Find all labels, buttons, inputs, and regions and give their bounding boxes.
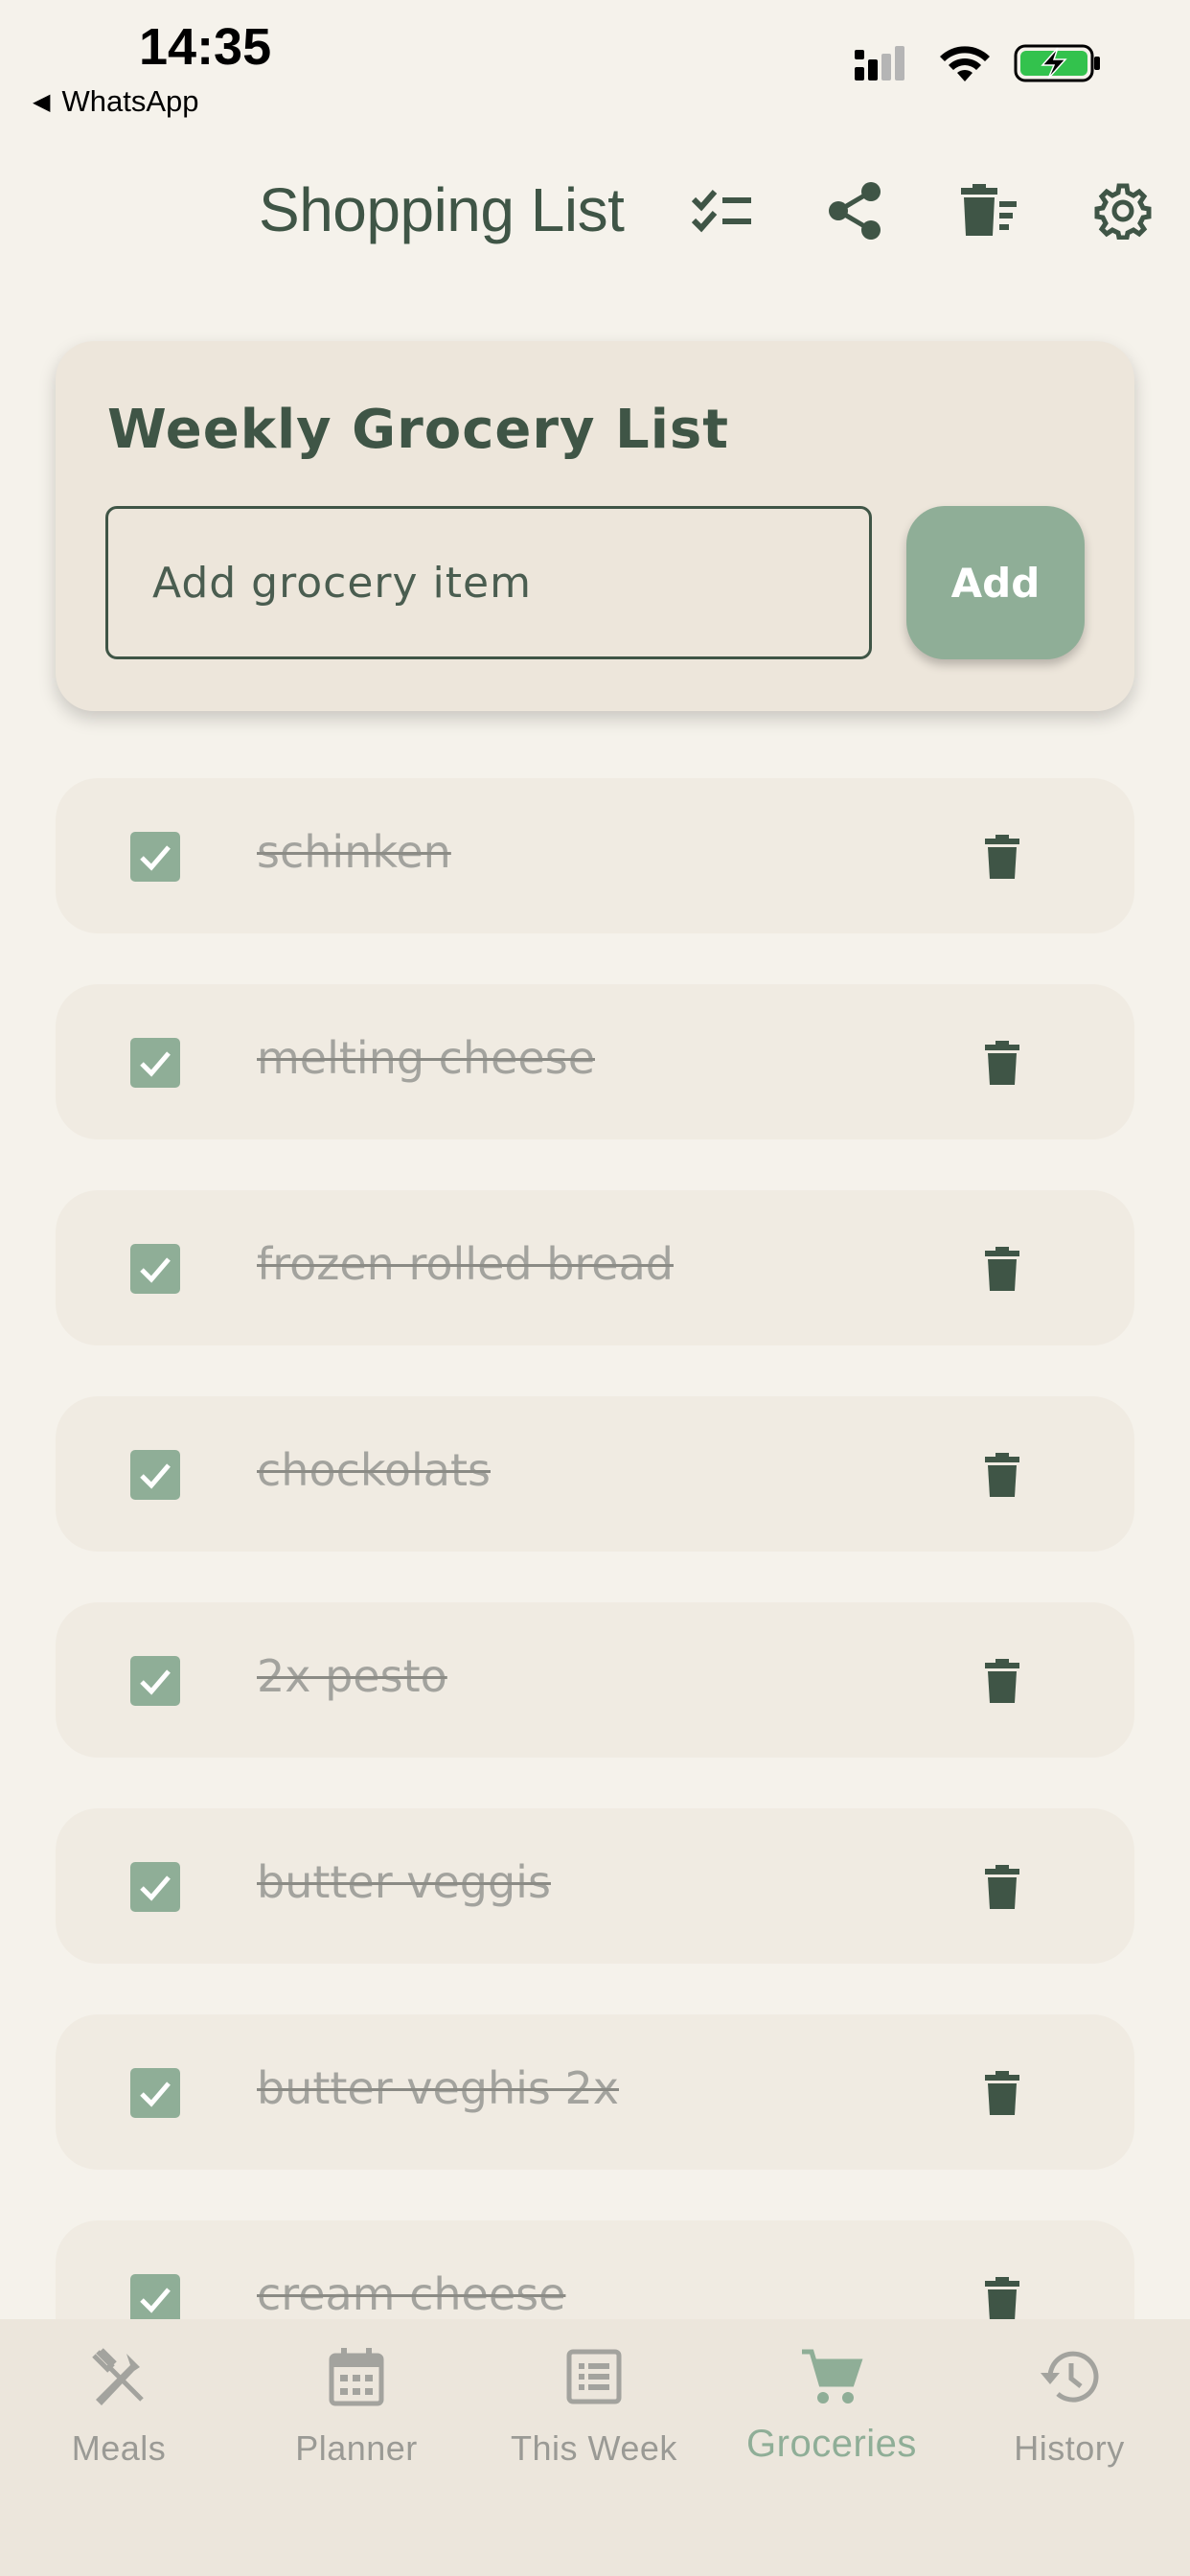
history-icon <box>1041 2351 1099 2403</box>
check-icon <box>140 1257 171 1283</box>
battery-charging-icon <box>1014 44 1100 82</box>
check-icon <box>140 2288 171 2313</box>
list-item: schinken <box>56 778 1134 933</box>
share-icon <box>829 182 881 240</box>
trash-icon <box>985 1041 1019 1085</box>
item-checkbox[interactable] <box>130 1450 180 1500</box>
page-title: Shopping List <box>259 175 625 244</box>
share-button[interactable] <box>819 174 892 247</box>
list-item: 2x pesto <box>56 1602 1134 1758</box>
trash-icon <box>985 1453 1019 1497</box>
clear-list-icon <box>961 184 1017 236</box>
grocery-item-input[interactable] <box>105 506 872 659</box>
delete-button[interactable] <box>972 826 1033 887</box>
back-app-label: WhatsApp <box>61 84 199 118</box>
item-label: melting cheese <box>257 1032 595 1084</box>
item-checkbox[interactable] <box>130 2068 180 2118</box>
item-checkbox[interactable] <box>130 2274 180 2324</box>
settings-button[interactable] <box>1087 174 1159 247</box>
item-checkbox[interactable] <box>130 832 180 882</box>
calendar-icon <box>329 2348 384 2406</box>
delete-button[interactable] <box>972 1238 1033 1300</box>
delete-button[interactable] <box>972 1856 1033 1918</box>
bottom-nav: Meals Planner This Week Groceries Histor… <box>0 2319 1190 2576</box>
list-item: butter veggis <box>56 1808 1134 1964</box>
trash-icon <box>985 2277 1019 2321</box>
item-checkbox[interactable] <box>130 1656 180 1706</box>
list-item: frozen rolled bread <box>56 1190 1134 1346</box>
nav-meals[interactable]: Meals <box>0 2342 238 2486</box>
item-label: cream cheese <box>257 2268 566 2320</box>
item-label: schinken <box>257 826 451 878</box>
check-all-icon <box>692 190 751 233</box>
check-all-button[interactable] <box>686 174 759 247</box>
trash-icon <box>985 1865 1019 1909</box>
fork-knife-icon <box>92 2348 144 2405</box>
app-header: Shopping List <box>0 163 1190 259</box>
delete-button[interactable] <box>972 1032 1033 1093</box>
nav-label: This Week <box>511 2428 677 2468</box>
trash-icon <box>985 2071 1019 2115</box>
nav-history[interactable]: History <box>950 2342 1188 2486</box>
wifi-icon <box>940 46 990 81</box>
add-item-card: Weekly Grocery List Add <box>56 341 1134 711</box>
nav-this-week[interactable]: This Week <box>475 2342 713 2486</box>
list-icon <box>566 2349 622 2404</box>
status-icons <box>855 42 1102 84</box>
nav-groceries[interactable]: Groceries <box>713 2342 950 2486</box>
check-icon <box>140 845 171 871</box>
nav-label: Planner <box>295 2428 418 2468</box>
trash-icon <box>985 1659 1019 1703</box>
status-time: 14:35 <box>139 18 272 76</box>
nav-label: Groceries <box>746 2423 917 2465</box>
check-icon <box>140 1669 171 1695</box>
nav-label: Meals <box>71 2428 167 2468</box>
item-label: chockolats <box>257 1444 491 1496</box>
status-bar: 14:35 ◀ WhatsApp <box>0 0 1190 134</box>
trash-icon <box>985 835 1019 879</box>
item-label: frozen rolled bread <box>257 1238 674 1290</box>
item-label: butter veggis <box>257 1856 551 1908</box>
add-button[interactable]: Add <box>906 506 1085 659</box>
check-icon <box>140 1463 171 1489</box>
signal-icon <box>855 46 904 80</box>
check-icon <box>140 1051 171 1077</box>
back-to-app-link[interactable]: ◀ WhatsApp <box>33 84 198 119</box>
nav-label: History <box>1014 2428 1125 2468</box>
settings-icon <box>1094 183 1152 240</box>
delete-button[interactable] <box>972 1650 1033 1712</box>
check-icon <box>140 2082 171 2107</box>
item-checkbox[interactable] <box>130 1244 180 1294</box>
clear-list-button[interactable] <box>951 174 1024 247</box>
delete-button[interactable] <box>972 1444 1033 1506</box>
grocery-list: schinken melting cheese frozen rolled br… <box>56 778 1134 2426</box>
item-label: 2x pesto <box>257 1650 447 1702</box>
item-checkbox[interactable] <box>130 1038 180 1088</box>
check-icon <box>140 1875 171 1901</box>
cart-icon <box>802 2349 863 2404</box>
delete-button[interactable] <box>972 2062 1033 2124</box>
list-item: butter veghis 2x <box>56 2014 1134 2170</box>
item-label: butter veghis 2x <box>257 2062 619 2114</box>
list-item: melting cheese <box>56 984 1134 1139</box>
trash-icon <box>985 1247 1019 1291</box>
item-checkbox[interactable] <box>130 1862 180 1912</box>
list-title: Weekly Grocery List <box>107 399 729 461</box>
list-item: chockolats <box>56 1396 1134 1552</box>
back-arrow-icon: ◀ <box>33 88 51 115</box>
nav-planner[interactable]: Planner <box>238 2342 475 2486</box>
